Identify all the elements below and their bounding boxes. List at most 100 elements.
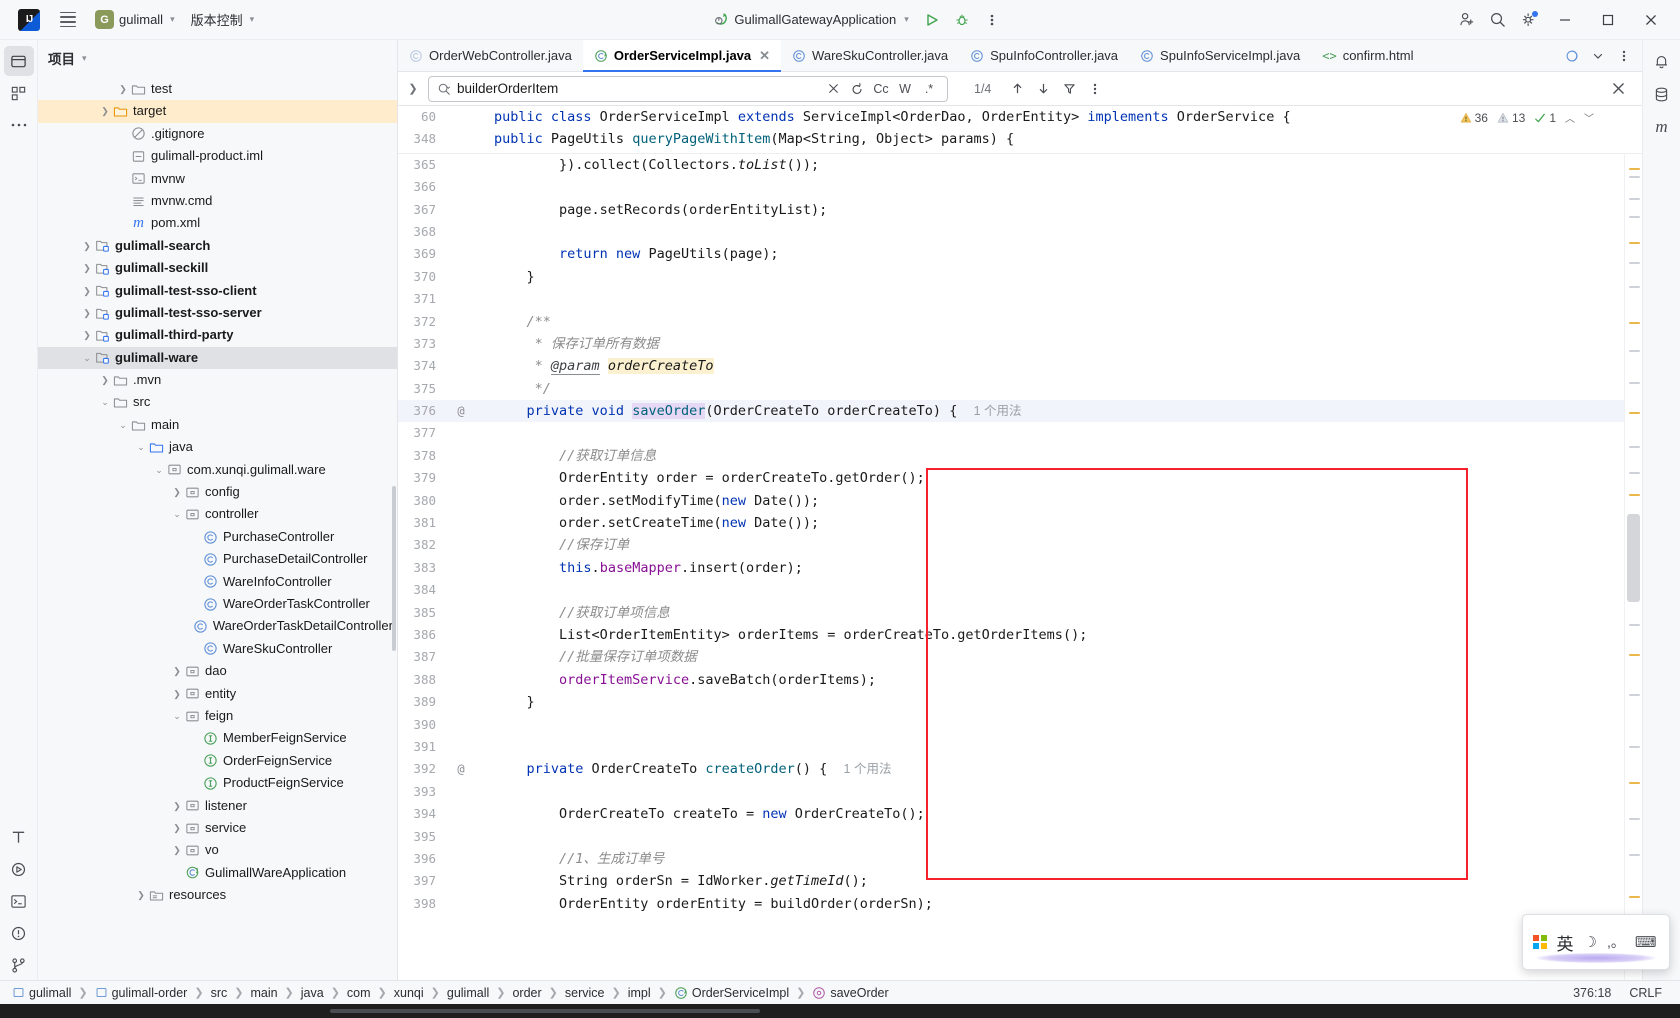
- ime-floating-widget[interactable]: 英 ☽ ,。 ⌨: [1522, 914, 1670, 970]
- tree-item-service[interactable]: ❯ service: [38, 817, 397, 839]
- chevron-right-icon[interactable]: ❯: [170, 683, 184, 705]
- chevron-down-icon[interactable]: ⌄: [80, 347, 94, 369]
- tree-item-gulimallwareapplication[interactable]: GulimallWareApplication: [38, 862, 397, 884]
- chevron-right-icon[interactable]: ❯: [80, 280, 94, 302]
- project-panel-header[interactable]: 项目 ▾: [38, 40, 397, 76]
- breadcrumb-item-saveorder[interactable]: saveOrder: [810, 986, 890, 1000]
- run-button[interactable]: [917, 6, 947, 34]
- line-number[interactable]: 387: [398, 646, 446, 668]
- stripe-mark[interactable]: [1629, 817, 1640, 820]
- line-number[interactable]: 392: [398, 758, 446, 780]
- code-line[interactable]: 384: [398, 579, 1624, 601]
- tree-item-config[interactable]: ❯ config: [38, 481, 397, 503]
- editor-tab-orderserviceimpl-java[interactable]: OrderServiceImpl.java ✕: [582, 40, 782, 72]
- project-tree[interactable]: ❯ test ❯ target .gitignore gulimall-product.i…: [38, 76, 397, 980]
- stripe-mark[interactable]: [1629, 167, 1640, 170]
- minimize-icon[interactable]: [1544, 0, 1586, 40]
- gutter-annotation-marker[interactable]: @: [446, 400, 476, 422]
- stripe-mark[interactable]: [1629, 241, 1640, 244]
- line-number[interactable]: 373: [398, 333, 446, 355]
- structure-tool-icon[interactable]: [4, 822, 34, 852]
- tree-item-pom-xml[interactable]: m pom.xml: [38, 212, 397, 234]
- keyboard-icon[interactable]: ⌨: [1635, 933, 1657, 951]
- line-separator-label[interactable]: CRLF: [1629, 986, 1662, 1000]
- find-field-wrapper[interactable]: Cc W .*: [428, 75, 948, 102]
- tree-item-memberfeignservice[interactable]: MemberFeignService: [38, 727, 397, 749]
- more-actions-button[interactable]: [977, 6, 1007, 34]
- tree-item-gulimall-product-iml[interactable]: gulimall-product.iml: [38, 145, 397, 167]
- chevron-down-icon[interactable]: ⌄: [152, 459, 166, 481]
- code-line[interactable]: 389 }: [398, 691, 1624, 713]
- tree-item-listener[interactable]: ❯ listener: [38, 795, 397, 817]
- tree-item-test[interactable]: ❯ test: [38, 78, 397, 100]
- line-number[interactable]: 379: [398, 467, 446, 489]
- editor-tab-orderwebcontroller-java[interactable]: OrderWebController.java: [398, 40, 583, 71]
- error-stripe-and-scrollbar[interactable]: [1624, 153, 1642, 980]
- chevron-down-icon[interactable]: ⌄: [116, 414, 130, 436]
- code-line[interactable]: 368: [398, 221, 1624, 243]
- breadcrumb-item-src[interactable]: src: [209, 986, 230, 1000]
- main-menu-icon[interactable]: [60, 11, 76, 28]
- editor-tab-spuinfoserviceimpl-java[interactable]: SpuInfoServiceImpl.java: [1129, 40, 1311, 71]
- tree-item--gitignore[interactable]: .gitignore: [38, 123, 397, 145]
- line-number[interactable]: 370: [398, 266, 446, 288]
- code-line[interactable]: 370 }: [398, 266, 1624, 288]
- editor-tab-spuinfocontroller-java[interactable]: SpuInfoController.java: [959, 40, 1129, 71]
- stripe-mark[interactable]: [1629, 411, 1640, 414]
- tree-item-com-xunqi-gulimall-ware[interactable]: ⌄ com.xunqi.gulimall.ware: [38, 459, 397, 481]
- code-editor[interactable]: 365 }).collect(Collectors.toList()); 366 3…: [398, 153, 1642, 980]
- ime-language-label[interactable]: 英: [1557, 930, 1574, 955]
- stripe-mark[interactable]: [1629, 349, 1640, 352]
- match-case-toggle[interactable]: Cc: [869, 78, 893, 100]
- line-number[interactable]: 377: [398, 422, 446, 444]
- version-control-tool-icon[interactable]: [4, 950, 34, 980]
- run-configuration-selector[interactable]: GulimallGatewayApplication ▾: [705, 7, 916, 33]
- tree-item-gulimall-test-sso-client[interactable]: ❯ gulimall-test-sso-client: [38, 280, 397, 302]
- breadcrumb-item-service[interactable]: service: [563, 986, 607, 1000]
- line-number[interactable]: 391: [398, 736, 446, 758]
- line-number[interactable]: 386: [398, 624, 446, 646]
- terminal-tool-icon[interactable]: [4, 886, 34, 916]
- breadcrumb-item-gulimall[interactable]: gulimall: [445, 986, 491, 1000]
- tree-item-resources[interactable]: ❯ resources: [38, 884, 397, 906]
- inspection-widget[interactable]: 36 13 1 ︿ ﹀: [1460, 110, 1594, 125]
- tree-item-feign[interactable]: ⌄ feign: [38, 705, 397, 727]
- line-number[interactable]: 380: [398, 490, 446, 512]
- stripe-mark[interactable]: [1629, 175, 1640, 178]
- line-number[interactable]: 371: [398, 288, 446, 310]
- close-find-icon[interactable]: [1606, 78, 1630, 100]
- stripe-mark[interactable]: [1629, 623, 1640, 626]
- gutter-annotation-marker[interactable]: @: [446, 758, 476, 780]
- tree-item-gulimall-seckill[interactable]: ❯ gulimall-seckill: [38, 257, 397, 279]
- close-icon[interactable]: [1630, 0, 1672, 40]
- tree-item-mvnw-cmd[interactable]: mvnw.cmd: [38, 190, 397, 212]
- stripe-mark[interactable]: [1629, 321, 1640, 324]
- chevron-right-icon[interactable]: ❯: [98, 100, 112, 122]
- find-prev-icon[interactable]: [1005, 78, 1029, 100]
- find-next-icon[interactable]: [1031, 78, 1055, 100]
- tree-item-wareordertaskdetailcontroller[interactable]: WareOrderTaskDetailController: [38, 615, 397, 637]
- project-tool-icon[interactable]: [3, 46, 34, 76]
- code-line[interactable]: 381 order.setCreateTime(new Date());: [398, 512, 1624, 534]
- code-line[interactable]: 395: [398, 826, 1624, 848]
- line-number[interactable]: 366: [398, 176, 446, 198]
- line-number[interactable]: 385: [398, 602, 446, 624]
- line-number[interactable]: 365: [398, 154, 446, 176]
- line-number[interactable]: 375: [398, 378, 446, 400]
- code-line[interactable]: 392 @ private OrderCreateTo createOrder()…: [398, 758, 1624, 780]
- chevron-right-icon[interactable]: ❯: [170, 795, 184, 817]
- tree-item-entity[interactable]: ❯ entity: [38, 683, 397, 705]
- punctuation-icon[interactable]: ,。: [1607, 932, 1625, 952]
- code-line[interactable]: 369 return new PageUtils(page);: [398, 243, 1624, 265]
- status-bar[interactable]: gulimall ❯ gulimall-order ❯ src ❯ main ❯ java ❯ co…: [0, 980, 1680, 1004]
- maximize-icon[interactable]: [1587, 0, 1629, 40]
- code-line[interactable]: 390: [398, 714, 1624, 736]
- code-line[interactable]: 379 OrderEntity order = orderCreateTo.ge…: [398, 467, 1624, 489]
- gear-icon[interactable]: [1513, 6, 1543, 34]
- chevron-down-icon[interactable]: [1586, 45, 1610, 67]
- chevron-down-icon[interactable]: ⌄: [170, 503, 184, 525]
- stripe-mark[interactable]: [1629, 853, 1640, 856]
- debug-button[interactable]: [947, 6, 977, 34]
- tree-item--mvn[interactable]: ❯ .mvn: [38, 369, 397, 391]
- collapse-inspections-icon[interactable]: ︿: [1565, 110, 1575, 125]
